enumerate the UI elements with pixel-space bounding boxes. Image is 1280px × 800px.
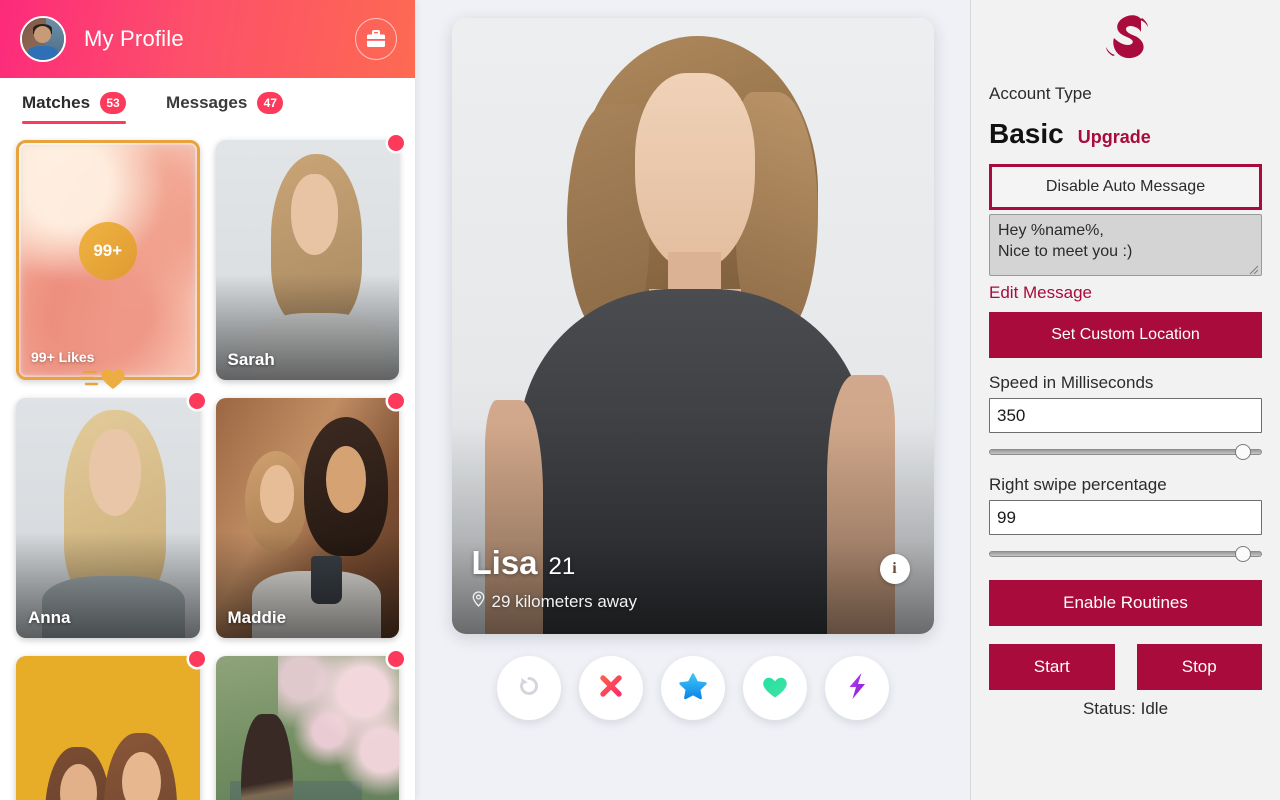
app-logo (989, 10, 1262, 70)
start-button[interactable]: Start (989, 644, 1115, 690)
match-card-likes[interactable]: 99+ 99+ Likes (16, 140, 200, 389)
profile-title: My Profile (84, 26, 184, 51)
unread-dot (388, 135, 404, 151)
match-card-maddie[interactable]: Maddie (215, 393, 404, 638)
unread-dot (188, 651, 205, 667)
match-photo (215, 656, 399, 800)
heart-icon (760, 672, 790, 705)
profile-name: Lisa (471, 544, 538, 581)
profile-distance: 29 kilometers away (472, 591, 638, 612)
profile-age: 21 (548, 553, 576, 580)
tab-messages-label: Messages (166, 93, 248, 112)
photo-face (290, 173, 339, 256)
tab-messages[interactable]: Messages 47 (166, 92, 284, 124)
match-name: Anna (28, 608, 71, 627)
profile-info: Lisa 21 29 kilometers away (472, 544, 638, 612)
match-card-inner: Maddie (215, 398, 399, 638)
stop-button[interactable]: Stop (1136, 644, 1262, 690)
control-sidebar: Account Type Basic Upgrade Disable Auto … (970, 0, 1280, 800)
like-button[interactable] (742, 656, 807, 720)
match-card-inner: Anna (16, 398, 200, 638)
matches-panel: My Profile Matches 53 Messages 47 99+ 99… (0, 0, 415, 800)
profile-card[interactable]: Lisa 21 29 kilometers away i (451, 18, 934, 634)
swipe-action-bar (496, 656, 889, 720)
unread-dot (388, 393, 404, 409)
message-template-textarea[interactable]: Hey %name%, Nice to meet you :) (989, 214, 1262, 276)
boost-button[interactable] (824, 656, 889, 720)
tab-matches-label: Matches (22, 93, 91, 112)
match-grid: 99+ 99+ Likes Sarah Anna Maddie (0, 130, 415, 800)
speed-label: Speed in Milliseconds (989, 373, 1154, 392)
right-swipe-label: Right swipe percentage (989, 475, 1167, 494)
set-custom-location-button[interactable]: Set Custom Location (989, 312, 1262, 358)
close-x-icon (596, 671, 626, 706)
match-card-inner (16, 656, 200, 800)
start-stop-row: Start Stop (989, 644, 1262, 690)
briefcase-icon (366, 30, 386, 48)
profile-distance-text: 29 kilometers away (491, 591, 638, 611)
s-logo-icon (1098, 11, 1154, 70)
tab-matches-badge: 53 (100, 92, 127, 114)
photo-face-left (259, 465, 295, 523)
status-text: Status: Idle (1082, 699, 1169, 718)
rewind-icon (515, 672, 543, 705)
enable-routines-button[interactable]: Enable Routines (989, 580, 1262, 626)
tab-messages-badge: 47 (257, 92, 284, 114)
match-name: Sarah (227, 350, 275, 369)
match-card-sarah[interactable]: Sarah (215, 135, 404, 380)
edit-message-link[interactable]: Edit Message (989, 283, 1262, 303)
gold-heart-icon (78, 363, 136, 396)
match-card-inner (215, 656, 399, 800)
likes-count-badge: 99+ (78, 221, 137, 280)
tab-matches[interactable]: Matches 53 (22, 92, 127, 124)
message-template-wrapper: Hey %name%, Nice to meet you :) (989, 210, 1262, 276)
right-swipe-slider[interactable] (989, 546, 1262, 562)
unread-dot (388, 651, 404, 667)
disable-auto-message-button[interactable]: Disable Auto Message (989, 164, 1262, 210)
info-icon: i (892, 560, 897, 577)
right-swipe-input[interactable] (989, 500, 1262, 535)
photo-face (634, 73, 756, 271)
match-card-inner: 99+ 99+ Likes (16, 140, 200, 380)
app-root: My Profile Matches 53 Messages 47 99+ 99… (0, 0, 1280, 800)
profile-header: My Profile (0, 0, 415, 78)
match-card-inner: Sarah (215, 140, 399, 380)
speed-input[interactable] (989, 398, 1262, 433)
lightning-bolt-icon (844, 671, 870, 706)
photo-face-right (325, 446, 366, 514)
speed-slider[interactable] (989, 444, 1262, 460)
profile-name-line: Lisa 21 (472, 544, 638, 582)
photo-blossom (277, 656, 399, 800)
upgrade-link[interactable]: Upgrade (1078, 127, 1151, 148)
rewind-button[interactable] (496, 656, 561, 720)
match-card-5[interactable] (16, 651, 205, 800)
location-pin-icon (472, 591, 492, 612)
avatar-body (27, 45, 58, 60)
user-avatar[interactable] (20, 16, 66, 62)
match-card-anna[interactable]: Anna (16, 393, 205, 638)
photo-face (89, 429, 141, 516)
unread-dot (188, 393, 205, 409)
account-type-label: Account Type (989, 84, 1092, 103)
briefcase-button[interactable] (355, 18, 397, 60)
account-type-row: Basic Upgrade (989, 118, 1262, 150)
swipe-area: Lisa 21 29 kilometers away i (415, 0, 970, 800)
star-icon (678, 671, 708, 706)
match-card-6[interactable] (215, 651, 404, 800)
profile-info-button[interactable]: i (879, 554, 910, 584)
superlike-button[interactable] (660, 656, 725, 720)
nope-button[interactable] (578, 656, 643, 720)
match-photo (16, 656, 200, 800)
match-tabs: Matches 53 Messages 47 (0, 78, 415, 130)
match-name: Maddie (227, 608, 287, 627)
account-type-value: Basic (989, 118, 1064, 149)
